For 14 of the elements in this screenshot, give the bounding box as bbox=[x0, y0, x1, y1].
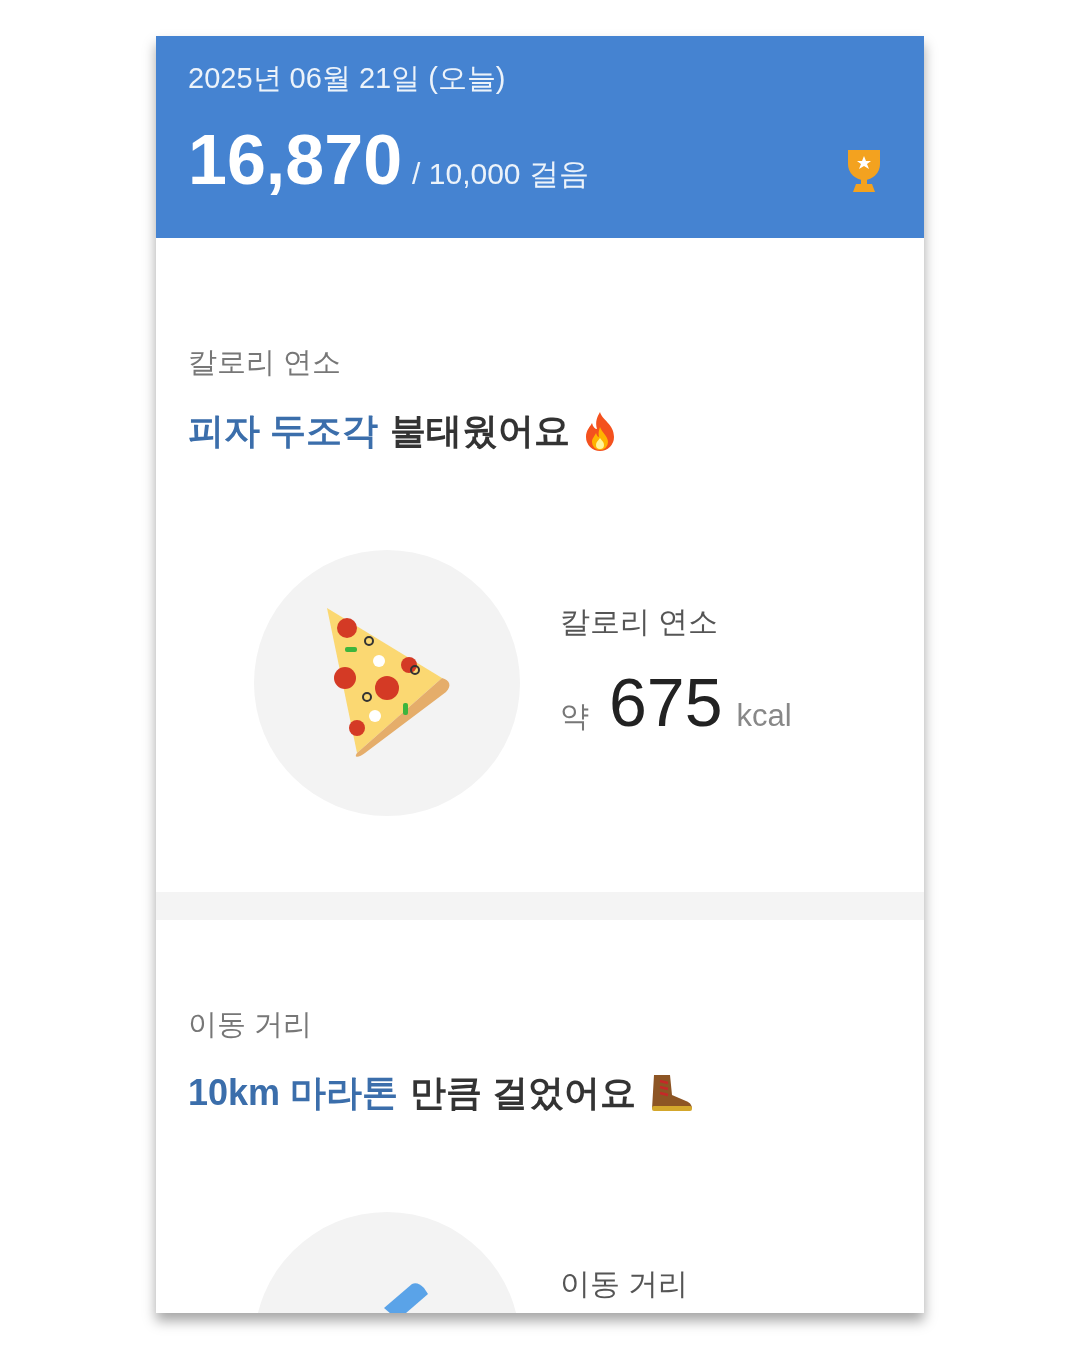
stat-value: 675 bbox=[609, 664, 723, 740]
date-text: 2025년 06월 21일 (오늘) bbox=[188, 61, 507, 96]
stat-label: 칼로리 연소 bbox=[560, 604, 720, 640]
headline-text: 불태웠어요 bbox=[390, 409, 570, 453]
step-count: 16,870 bbox=[188, 122, 403, 198]
stat-label: 이동 거리 bbox=[560, 1266, 689, 1302]
section-label: 이동 거리 bbox=[188, 1007, 314, 1042]
stat-prefix: 약 bbox=[560, 699, 589, 734]
headline-text: 만큼 걸었어요 bbox=[410, 1071, 637, 1115]
section-label: 칼로리 연소 bbox=[188, 345, 343, 380]
headline-highlight: 피자 두조각 bbox=[188, 409, 378, 453]
step-goal: / 10,000 걸음 bbox=[412, 156, 589, 192]
stat-unit: kcal bbox=[736, 697, 792, 735]
headline-highlight: 10km 마라톤 bbox=[188, 1071, 399, 1115]
